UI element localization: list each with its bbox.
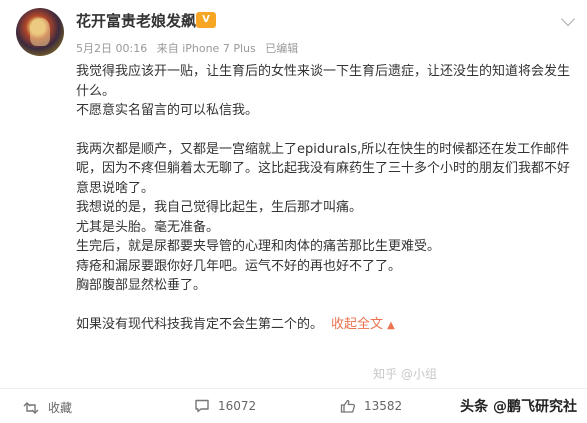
collapse-full-text-link[interactable]: 收起全文 ▲ xyxy=(331,317,395,332)
comment-button[interactable]: 16072 xyxy=(194,399,256,413)
favorite-button[interactable]: 收藏 xyxy=(22,399,72,416)
post-paragraph: 我想说的是，我自己觉得比起生，生后那才叫痛。 xyxy=(76,200,363,215)
post-paragraph: 如果没有现代科技我肯定不会生第二个的。 xyxy=(76,316,324,332)
repost-icon xyxy=(23,401,39,414)
comment-icon xyxy=(195,399,209,413)
caret-up-icon: ▲ xyxy=(387,319,395,331)
post-meta: 5月2日 00:16 来自 iPhone 7 Plus 已编辑 xyxy=(76,40,304,56)
post-time: 5月2日 00:16 xyxy=(76,42,148,55)
like-button[interactable]: 13582 xyxy=(340,399,402,413)
post-paragraph: 尤其是头胎。毫无准备。 xyxy=(76,219,220,235)
thumbs-up-icon xyxy=(340,399,356,413)
user-avatar[interactable] xyxy=(16,8,64,56)
favorite-label: 收藏 xyxy=(48,401,73,415)
vip-badge-icon: V xyxy=(196,12,216,28)
edited-label[interactable]: 已编辑 xyxy=(265,42,298,55)
post-paragraph: 胸部腹部显然松垂了。 xyxy=(76,278,207,293)
like-count: 13582 xyxy=(364,399,403,413)
collapse-label: 收起全文 xyxy=(331,316,384,332)
post-paragraph: 我觉得我应该开一贴，让生育后的女性来谈一下生育后遗症，让还没生的知道将会发生什么… xyxy=(76,64,571,99)
weibo-post: 花开富贵老娘发飙 V 5月2日 00:16 来自 iPhone 7 Plus 已… xyxy=(0,0,587,423)
post-source: 来自 iPhone 7 Plus xyxy=(156,42,256,55)
watermark: 头条 @鹏飞研究社 xyxy=(460,399,577,415)
chevron-down-icon[interactable] xyxy=(560,11,576,27)
faint-watermark: 知乎 @小组 xyxy=(373,367,437,381)
user-name[interactable]: 花开富贵老娘发飙 xyxy=(76,10,196,31)
post-paragraph: 生完后，就是尿都要夹导管的心理和肉体的痛苦那比生更难受。 xyxy=(76,239,441,254)
post-last-line: 如果没有现代科技我肯定不会生第二个的。 收起全文 ▲ xyxy=(76,315,576,336)
post-paragraph: 我两次都是顺产，又都是一宫缩就上了epidurals,所以在快生的时候都还在发工… xyxy=(76,141,571,196)
post-paragraph: 痔疮和漏尿要跟你好几年吧。运气不好的再也好不了了。 xyxy=(76,258,402,274)
comment-count: 16072 xyxy=(218,399,257,413)
post-paragraph: 不愿意实名留言的可以私信我。 xyxy=(76,103,259,118)
post-body: 我觉得我应该开一贴，让生育后的女性来谈一下生育后遗症，让还没生的知道将会发生什么… xyxy=(76,62,576,335)
